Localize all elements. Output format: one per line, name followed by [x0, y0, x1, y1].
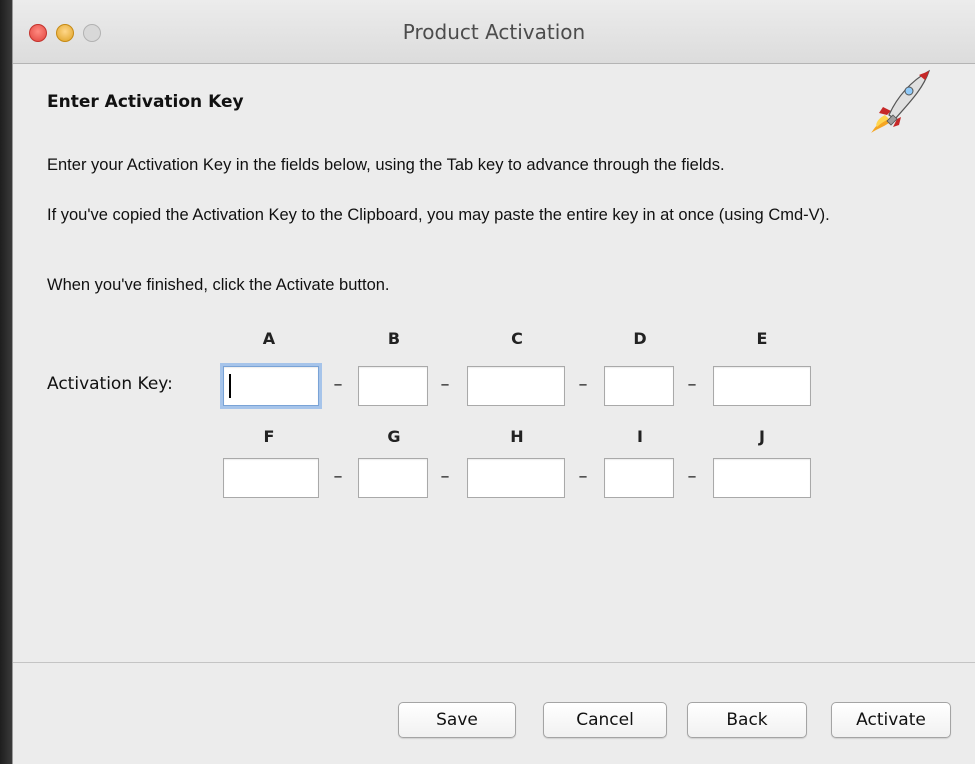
key-field-h[interactable]	[467, 458, 565, 498]
instruction-paragraph-2: If you've copied the Activation Key to t…	[47, 206, 830, 224]
activate-button[interactable]: Activate	[831, 702, 951, 738]
footer-divider	[13, 662, 975, 663]
column-label-a: A	[262, 329, 276, 348]
save-button[interactable]: Save	[398, 702, 516, 738]
key-separator: –	[440, 374, 450, 395]
column-label-i: I	[637, 427, 643, 446]
key-field-c[interactable]	[467, 366, 565, 406]
key-field-e[interactable]	[713, 366, 811, 406]
column-label-d: D	[633, 329, 647, 348]
column-label-b: B	[387, 329, 401, 348]
activation-key-label: Activation Key:	[47, 374, 173, 394]
activation-content: Enter Activation Key Enter your Activati…	[13, 64, 975, 764]
window-title: Product Activation	[402, 20, 586, 44]
cancel-button[interactable]: Cancel	[543, 702, 667, 738]
column-label-c: C	[511, 329, 523, 348]
column-label-g: G	[387, 427, 401, 446]
key-field-i[interactable]	[604, 458, 674, 498]
key-field-b[interactable]	[358, 366, 428, 406]
key-separator: –	[333, 374, 343, 395]
key-field-g[interactable]	[358, 458, 428, 498]
key-field-j[interactable]	[713, 458, 811, 498]
rocket-icon	[871, 69, 931, 133]
key-field-a[interactable]	[223, 366, 319, 406]
column-label-f: F	[263, 427, 275, 446]
back-button[interactable]: Back	[687, 702, 807, 738]
column-label-j: J	[759, 427, 765, 446]
product-activation-window: Product Activation Enter Activation Key …	[12, 0, 975, 764]
key-field-d[interactable]	[604, 366, 674, 406]
key-separator: –	[578, 466, 588, 487]
instruction-paragraph-3: When you've finished, click the Activate…	[47, 276, 390, 294]
background-desktop-edge	[0, 0, 12, 764]
column-label-h: H	[510, 427, 524, 446]
page-heading: Enter Activation Key	[47, 92, 244, 112]
key-separator: –	[333, 466, 343, 487]
key-separator: –	[578, 374, 588, 395]
key-separator: –	[687, 374, 697, 395]
key-separator: –	[687, 466, 697, 487]
key-separator: –	[440, 466, 450, 487]
text-caret	[229, 374, 231, 398]
title-bar: Product Activation	[13, 0, 975, 64]
column-label-e: E	[756, 329, 768, 348]
instruction-paragraph-1: Enter your Activation Key in the fields …	[47, 156, 725, 174]
key-field-f[interactable]	[223, 458, 319, 498]
